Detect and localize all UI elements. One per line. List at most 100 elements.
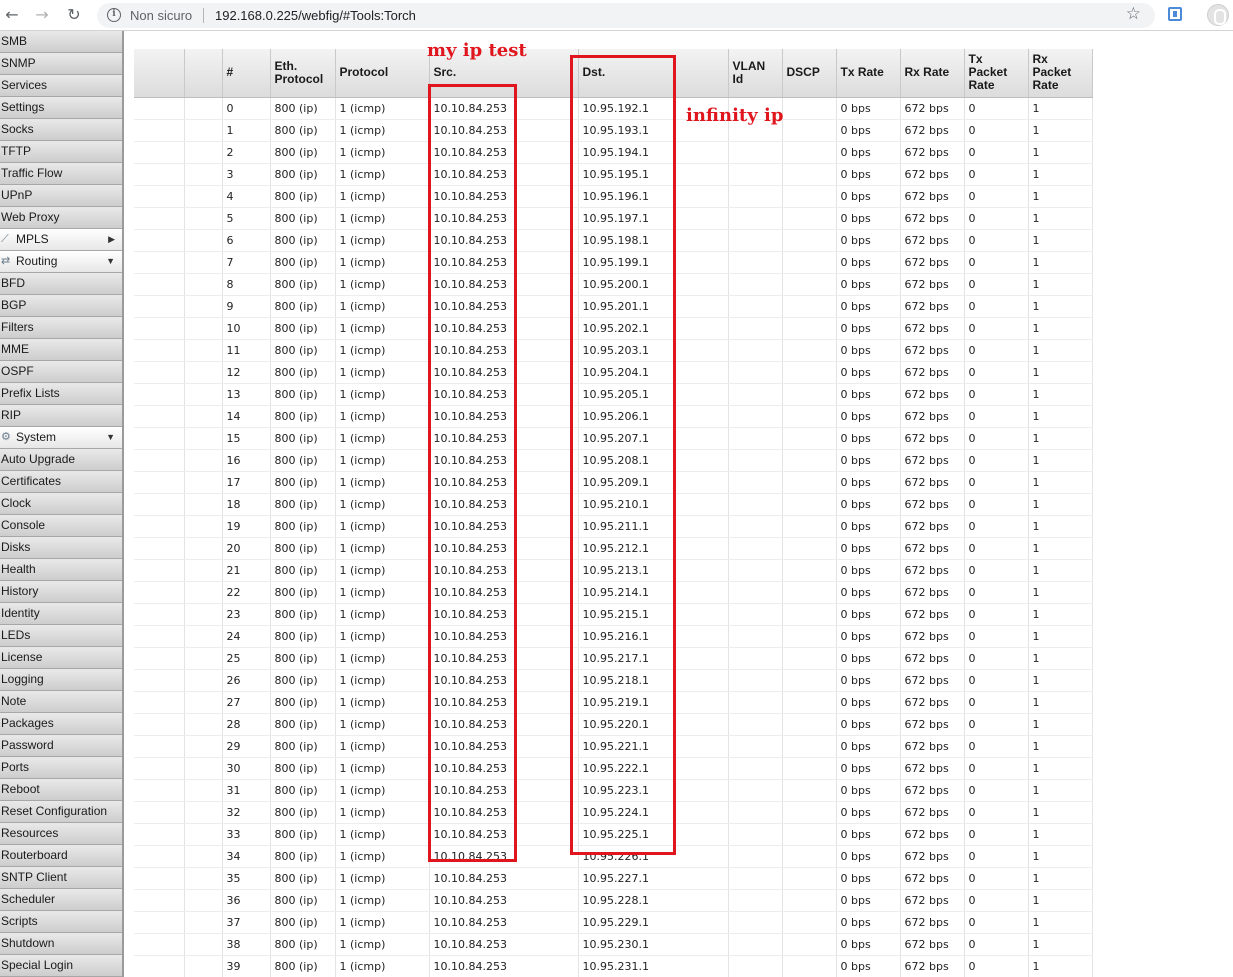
table-row[interactable]: 3 800 (ip) 1 (icmp) 10.10.84.253 10.95.195.1…	[134, 163, 1093, 186]
column-header-protocol[interactable]: Protocol	[335, 49, 430, 98]
table-row[interactable]: 31 800 (ip) 1 (icmp) 10.10.84.253 10.95.223.…	[134, 779, 1093, 802]
table-row[interactable]: 25 800 (ip) 1 (icmp) 10.10.84.253 10.95.217.…	[134, 647, 1093, 670]
sidebar-item-identity[interactable]: Identity	[0, 603, 122, 625]
column-header-tx-rate[interactable]: Tx Rate	[836, 49, 901, 98]
table-row[interactable]: 20 800 (ip) 1 (icmp) 10.10.84.253 10.95.212.…	[134, 537, 1093, 560]
sidebar-item-routerboard[interactable]: Routerboard	[0, 845, 122, 867]
sidebar-item-password[interactable]: Password	[0, 735, 122, 757]
sidebar-item-bgp[interactable]: BGP	[0, 295, 122, 317]
reload-icon[interactable]: ↻	[63, 4, 85, 26]
sidebar-splitter[interactable]	[122, 31, 124, 977]
sidebar-item-scripts[interactable]: Scripts	[0, 911, 122, 933]
sidebar-item-settings[interactable]: Settings	[0, 97, 122, 119]
column-header-rx-packet-rate[interactable]: Rx Packet Rate	[1028, 49, 1093, 98]
table-row[interactable]: 33 800 (ip) 1 (icmp) 10.10.84.253 10.95.225.…	[134, 823, 1093, 846]
column-header-tx-packet-rate[interactable]: Tx Packet Rate	[964, 49, 1029, 98]
sidebar-item-note[interactable]: Note	[0, 691, 122, 713]
table-row[interactable]: 35 800 (ip) 1 (icmp) 10.10.84.253 10.95.227.…	[134, 867, 1093, 890]
table-row[interactable]: 14 800 (ip) 1 (icmp) 10.10.84.253 10.95.206.…	[134, 405, 1093, 428]
sidebar-item-routing[interactable]: ⇄ Routing ▼	[0, 251, 122, 273]
table-row[interactable]: 16 800 (ip) 1 (icmp) 10.10.84.253 10.95.208.…	[134, 449, 1093, 472]
sidebar-item-scheduler[interactable]: Scheduler	[0, 889, 122, 911]
sidebar-item-shutdown[interactable]: Shutdown	[0, 933, 122, 955]
column-header-blank-1[interactable]	[184, 49, 223, 98]
chevron-down-icon[interactable]: ▼	[106, 427, 115, 448]
sidebar-item-history[interactable]: History	[0, 581, 122, 603]
column-header-blank-0[interactable]	[134, 49, 185, 98]
chevron-right-icon[interactable]: ▶	[108, 229, 115, 250]
sidebar-item-health[interactable]: Health	[0, 559, 122, 581]
table-row[interactable]: 38 800 (ip) 1 (icmp) 10.10.84.253 10.95.230.…	[134, 933, 1093, 956]
table-row[interactable]: 30 800 (ip) 1 (icmp) 10.10.84.253 10.95.222.…	[134, 757, 1093, 780]
table-row[interactable]: 28 800 (ip) 1 (icmp) 10.10.84.253 10.95.220.…	[134, 713, 1093, 736]
sidebar-item-ports[interactable]: Ports	[0, 757, 122, 779]
sidebar-item-filters[interactable]: Filters	[0, 317, 122, 339]
chevron-down-icon[interactable]: ▼	[106, 251, 115, 272]
url-text[interactable]: 192.168.0.225/webfig/#Tools:Torch	[215, 8, 416, 23]
table-row[interactable]: 7 800 (ip) 1 (icmp) 10.10.84.253 10.95.199.1…	[134, 251, 1093, 274]
sidebar-item-bfd[interactable]: BFD	[0, 273, 122, 295]
sidebar-item-packages[interactable]: Packages	[0, 713, 122, 735]
profile-icon[interactable]	[1207, 4, 1229, 26]
sidebar-item-upnp[interactable]: UPnP	[0, 185, 122, 207]
table-row[interactable]: 12 800 (ip) 1 (icmp) 10.10.84.253 10.95.204.…	[134, 361, 1093, 384]
table-row[interactable]: 6 800 (ip) 1 (icmp) 10.10.84.253 10.95.198.1…	[134, 229, 1093, 252]
sidebar-item-rip[interactable]: RIP	[0, 405, 122, 427]
table-row[interactable]: 39 800 (ip) 1 (icmp) 10.10.84.253 10.95.231.…	[134, 955, 1093, 977]
table-row[interactable]: 19 800 (ip) 1 (icmp) 10.10.84.253 10.95.211.…	[134, 515, 1093, 538]
sidebar-item-system[interactable]: ⚙ System ▼	[0, 427, 122, 449]
table-row[interactable]: 13 800 (ip) 1 (icmp) 10.10.84.253 10.95.205.…	[134, 383, 1093, 406]
sidebar-item-sntp-client[interactable]: SNTP Client	[0, 867, 122, 889]
table-row[interactable]: 21 800 (ip) 1 (icmp) 10.10.84.253 10.95.213.…	[134, 559, 1093, 582]
back-icon[interactable]: ←	[1, 4, 23, 26]
column-header-dst-[interactable]: Dst.	[578, 49, 729, 98]
sidebar-item-smb[interactable]: SMB	[0, 31, 122, 53]
column-header-eth-protocol[interactable]: Eth. Protocol	[270, 49, 336, 98]
column-header-rx-rate[interactable]: Rx Rate	[900, 49, 965, 98]
sidebar-item-ospf[interactable]: OSPF	[0, 361, 122, 383]
sidebar-item-disks[interactable]: Disks	[0, 537, 122, 559]
sidebar-item-reset-configuration[interactable]: Reset Configuration	[0, 801, 122, 823]
sidebar-item-services[interactable]: Services	[0, 75, 122, 97]
table-row[interactable]: 24 800 (ip) 1 (icmp) 10.10.84.253 10.95.216.…	[134, 625, 1093, 648]
table-row[interactable]: 32 800 (ip) 1 (icmp) 10.10.84.253 10.95.224.…	[134, 801, 1093, 824]
sidebar-item-leds[interactable]: LEDs	[0, 625, 122, 647]
table-row[interactable]: 4 800 (ip) 1 (icmp) 10.10.84.253 10.95.196.1…	[134, 185, 1093, 208]
table-row[interactable]: 34 800 (ip) 1 (icmp) 10.10.84.253 10.95.226.…	[134, 845, 1093, 868]
sidebar-item-web-proxy[interactable]: Web Proxy	[0, 207, 122, 229]
table-row[interactable]: 22 800 (ip) 1 (icmp) 10.10.84.253 10.95.214.…	[134, 581, 1093, 604]
sidebar-item-special-login[interactable]: Special Login	[0, 955, 122, 977]
sidebar-item-resources[interactable]: Resources	[0, 823, 122, 845]
table-row[interactable]: 0 800 (ip) 1 (icmp) 10.10.84.253 10.95.192.1…	[134, 97, 1093, 120]
table-row[interactable]: 26 800 (ip) 1 (icmp) 10.10.84.253 10.95.218.…	[134, 669, 1093, 692]
sidebar-item-tftp[interactable]: TFTP	[0, 141, 122, 163]
sidebar-item-snmp[interactable]: SNMP	[0, 53, 122, 75]
address-bar[interactable]: i Non sicuro 192.168.0.225/webfig/#Tools…	[97, 3, 1155, 28]
info-icon[interactable]: i	[107, 8, 121, 22]
table-row[interactable]: 2 800 (ip) 1 (icmp) 10.10.84.253 10.95.194.1…	[134, 141, 1093, 164]
sidebar-item-prefix-lists[interactable]: Prefix Lists	[0, 383, 122, 405]
sidebar-item-certificates[interactable]: Certificates	[0, 471, 122, 493]
table-row[interactable]: 11 800 (ip) 1 (icmp) 10.10.84.253 10.95.203.…	[134, 339, 1093, 362]
sidebar-item-reboot[interactable]: Reboot	[0, 779, 122, 801]
table-row[interactable]: 37 800 (ip) 1 (icmp) 10.10.84.253 10.95.229.…	[134, 911, 1093, 934]
sidebar-item-traffic-flow[interactable]: Traffic Flow	[0, 163, 122, 185]
sidebar-item-mme[interactable]: MME	[0, 339, 122, 361]
sidebar-item-license[interactable]: License	[0, 647, 122, 669]
table-row[interactable]: 9 800 (ip) 1 (icmp) 10.10.84.253 10.95.201.1…	[134, 295, 1093, 318]
column-header-vlan-id[interactable]: VLAN Id	[728, 49, 783, 98]
table-row[interactable]: 5 800 (ip) 1 (icmp) 10.10.84.253 10.95.197.1…	[134, 207, 1093, 230]
sidebar-item-mpls[interactable]: ⟋ MPLS ▶	[0, 229, 122, 251]
table-row[interactable]: 18 800 (ip) 1 (icmp) 10.10.84.253 10.95.210.…	[134, 493, 1093, 516]
table-row[interactable]: 8 800 (ip) 1 (icmp) 10.10.84.253 10.95.200.1…	[134, 273, 1093, 296]
sidebar-item-socks[interactable]: Socks	[0, 119, 122, 141]
column-header-dscp[interactable]: DSCP	[782, 49, 837, 98]
sidebar-item-console[interactable]: Console	[0, 515, 122, 537]
table-row[interactable]: 10 800 (ip) 1 (icmp) 10.10.84.253 10.95.202.…	[134, 317, 1093, 340]
extension-icon[interactable]	[1168, 7, 1182, 21]
table-row[interactable]: 23 800 (ip) 1 (icmp) 10.10.84.253 10.95.215.…	[134, 603, 1093, 626]
table-row[interactable]: 17 800 (ip) 1 (icmp) 10.10.84.253 10.95.209.…	[134, 471, 1093, 494]
table-row[interactable]: 36 800 (ip) 1 (icmp) 10.10.84.253 10.95.228.…	[134, 889, 1093, 912]
security-label[interactable]: Non sicuro	[130, 8, 192, 23]
sidebar-item-logging[interactable]: Logging	[0, 669, 122, 691]
